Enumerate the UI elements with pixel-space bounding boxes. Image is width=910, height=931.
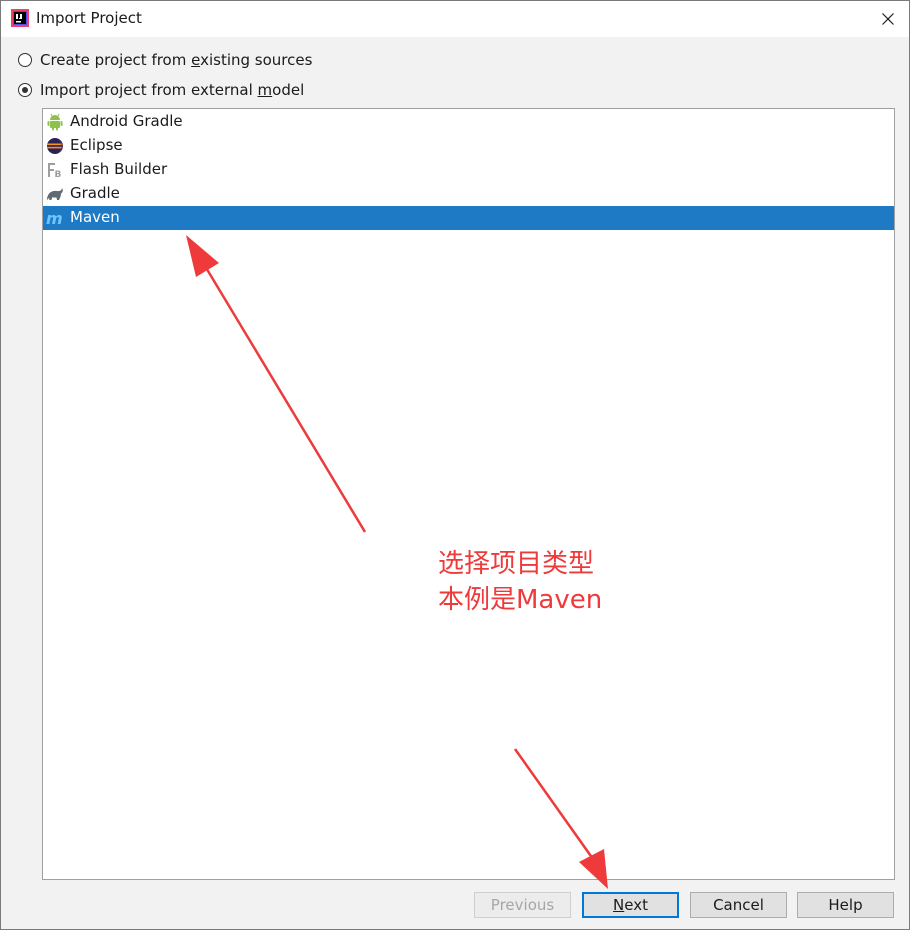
svg-text:m: m	[46, 209, 63, 227]
flash-builder-icon: B	[48, 163, 62, 179]
list-item-label: Maven	[70, 208, 120, 226]
android-icon	[47, 113, 63, 131]
list-item-label: Android Gradle	[70, 112, 183, 130]
list-item-flash-builder[interactable]: B Flash Builder	[43, 158, 894, 182]
list-item-android-gradle[interactable]: Android Gradle	[43, 110, 894, 134]
annotation-line-1: 选择项目类型	[438, 549, 595, 579]
annotation-line-2: 本例是Maven	[438, 585, 603, 615]
list-item-label: Eclipse	[70, 136, 123, 154]
list-item-label: Gradle	[70, 184, 120, 202]
close-icon	[882, 13, 894, 25]
annotation-text: 选择项目类型 本例是Maven	[438, 546, 602, 618]
title-bar: Import Project	[1, 1, 909, 37]
import-project-dialog: Import Project Create project from exist…	[0, 0, 910, 930]
import-from-model-label: Import project from external model	[40, 81, 305, 99]
list-item-gradle[interactable]: Gradle	[43, 182, 894, 206]
eclipse-icon	[47, 138, 63, 154]
maven-icon: m	[46, 209, 63, 227]
window-title: Import Project	[36, 9, 142, 27]
close-button[interactable]	[871, 5, 905, 33]
help-button[interactable]: Help	[797, 892, 894, 918]
svg-text:B: B	[55, 170, 62, 179]
list-item-label: Flash Builder	[70, 160, 168, 178]
create-from-sources-radio[interactable]	[18, 53, 32, 67]
external-model-list[interactable]: Android Gradle Eclipse B Flash Builder G…	[42, 108, 895, 880]
list-item-eclipse[interactable]: Eclipse	[43, 134, 894, 158]
import-from-model-radio[interactable]	[18, 83, 32, 97]
gradle-icon	[47, 188, 63, 200]
next-button[interactable]: Next	[582, 892, 679, 918]
intellij-icon	[11, 9, 29, 27]
list-item-maven[interactable]: m Maven	[43, 206, 894, 230]
create-from-sources-label: Create project from existing sources	[40, 51, 313, 69]
cancel-button[interactable]: Cancel	[690, 892, 787, 918]
previous-button[interactable]: Previous	[474, 892, 571, 918]
